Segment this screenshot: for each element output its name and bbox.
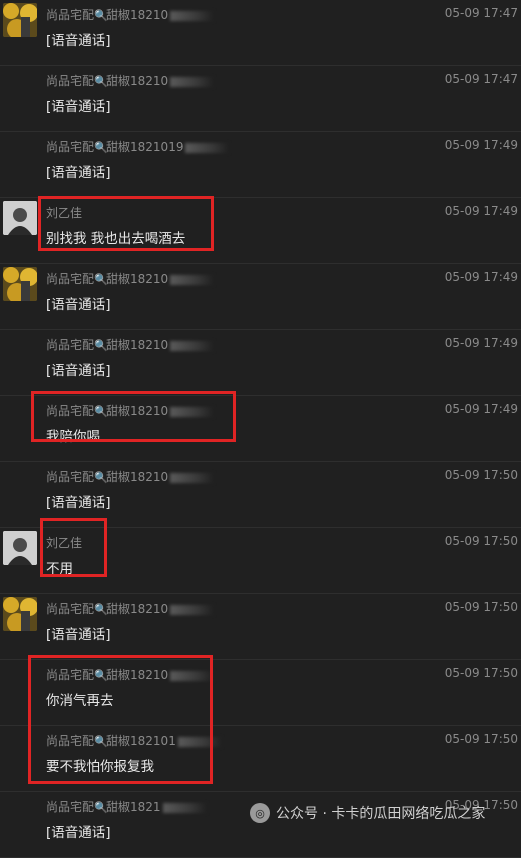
redaction-blur [162,802,207,813]
sender-remark: 甜椒18210 [106,272,169,286]
chat-message-row[interactable]: 尚品宅配🔍甜椒18210 05-09 17:47 [语音通话] [0,66,521,132]
sender-remark: 甜椒18210 [106,602,169,616]
redaction-blur [185,142,230,153]
message-text: [语音通话] [46,495,111,511]
magnifier-icon: 🔍 [94,9,108,22]
message-text: [语音通话] [46,363,111,379]
watermark-text: 公众号 · 卡卡的瓜田网络吃瓜之家 [276,806,486,822]
message-text: [语音通话] [46,33,111,49]
message-text: [语音通话] [46,297,111,313]
redaction-blur [170,76,215,87]
sender-label: 尚品宅配 [46,272,95,286]
highlight-box [28,655,213,784]
sender-name: 尚品宅配🔍甜椒18210 [46,6,215,23]
magnifier-icon: 🔍 [94,801,108,814]
sender-remark: 甜椒1821 [106,800,161,814]
sender-remark: 甜椒18210 [106,8,169,22]
redaction-blur [170,10,215,21]
highlight-box [40,518,107,577]
message-text: [语音通话] [46,99,111,115]
avatar[interactable] [3,267,37,301]
chat-message-row[interactable]: 尚品宅配🔍甜椒18210 05-09 17:49 [语音通话] [0,330,521,396]
message-time: 05-09 17:49 [444,336,518,350]
sender-name: 尚品宅配🔍甜椒18210 [46,270,215,287]
sender-name: 尚品宅配🔍甜椒1821 [46,798,207,815]
chat-message-row[interactable]: 尚品宅配🔍甜椒1821 05-09 17:50 [语音通话] [0,792,521,858]
avatar[interactable] [3,3,37,37]
message-time: 05-09 17:47 [444,72,518,86]
sender-label: 尚品宅配 [46,800,95,814]
message-time: 05-09 17:49 [444,402,518,416]
redaction-blur [170,472,215,483]
message-time: 05-09 17:50 [444,600,518,614]
sender-name: 尚品宅配🔍甜椒1821019 [46,138,230,155]
sender-name: 尚品宅配🔍甜椒18210 [46,336,215,353]
avatar[interactable] [3,531,37,565]
sender-remark: 甜椒18210 [106,470,169,484]
wechat-icon: ◎ [250,803,270,823]
highlight-box [31,391,236,442]
avatar[interactable] [3,201,37,235]
sender-remark: 甜椒18210 [106,74,169,88]
sender-name: 尚品宅配🔍甜椒18210 [46,72,215,89]
message-time: 05-09 17:47 [444,6,518,20]
message-time: 05-09 17:50 [444,666,518,680]
message-time: 05-09 17:49 [444,204,518,218]
sender-remark: 甜椒18210 [106,338,169,352]
message-time: 05-09 17:50 [444,732,518,746]
redaction-blur [170,604,215,615]
chat-message-row[interactable]: 尚品宅配🔍甜椒18210 05-09 17:49 [语音通话] [0,264,521,330]
magnifier-icon: 🔍 [94,75,108,88]
sender-label: 尚品宅配 [46,140,95,154]
redaction-blur [170,274,215,285]
message-time: 05-09 17:50 [444,534,518,548]
sender-remark: 甜椒1821019 [106,140,184,154]
highlight-box [38,196,214,251]
chat-message-row[interactable]: 尚品宅配🔍甜椒18210 05-09 17:50 [语音通话] [0,594,521,660]
message-time: 05-09 17:49 [444,270,518,284]
chat-message-row[interactable]: 尚品宅配🔍甜椒1821019 05-09 17:49 [语音通话] [0,132,521,198]
magnifier-icon: 🔍 [94,471,108,484]
magnifier-icon: 🔍 [94,603,108,616]
message-text: [语音通话] [46,165,111,181]
sender-name: 尚品宅配🔍甜椒18210 [46,600,215,617]
sender-name: 尚品宅配🔍甜椒18210 [46,468,215,485]
chat-message-row[interactable]: 尚品宅配🔍甜椒18210 05-09 17:47 [语音通话] [0,0,521,66]
watermark: ◎ 公众号 · 卡卡的瓜田网络吃瓜之家 [250,803,485,823]
sender-label: 尚品宅配 [46,338,95,352]
message-text: [语音通话] [46,627,111,643]
avatar[interactable] [3,597,37,631]
message-time: 05-09 17:49 [444,138,518,152]
message-text: [语音通话] [46,825,111,841]
sender-label: 尚品宅配 [46,74,95,88]
magnifier-icon: 🔍 [94,141,108,154]
message-time: 05-09 17:50 [444,468,518,482]
sender-label: 尚品宅配 [46,602,95,616]
sender-label: 尚品宅配 [46,8,95,22]
magnifier-icon: 🔍 [94,273,108,286]
redaction-blur [170,340,215,351]
sender-label: 尚品宅配 [46,470,95,484]
magnifier-icon: 🔍 [94,339,108,352]
